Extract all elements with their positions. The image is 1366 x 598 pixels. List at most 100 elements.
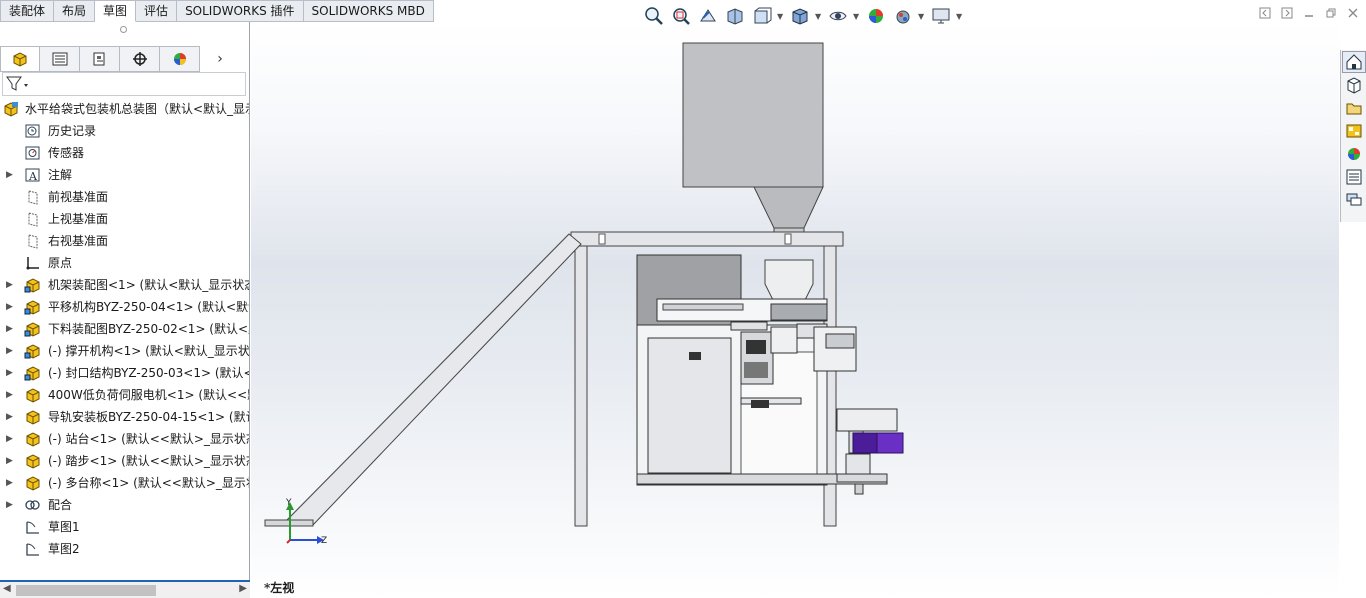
expand-arrow-icon[interactable]: ▶ [6, 406, 16, 428]
expand-arrow-icon[interactable]: ▶ [6, 296, 16, 318]
file-explorer-button[interactable] [1342, 97, 1366, 119]
zoom-to-area-button[interactable] [669, 5, 693, 27]
zoom-to-fit-button[interactable] [642, 5, 666, 27]
sensor-icon [24, 145, 41, 161]
view-settings-button[interactable] [929, 5, 953, 27]
apply-scene-button[interactable] [891, 5, 915, 27]
solidworks-resources-button[interactable] [1342, 51, 1366, 73]
custom-properties-button[interactable] [1342, 166, 1366, 188]
mates-icon [24, 497, 41, 513]
tab-4[interactable]: SOLIDWORKS 插件 [177, 0, 304, 22]
tree-item[interactable]: ▶ 导轨安装板BYZ-250-04-15<1> (默认 [0, 406, 249, 428]
expand-arrow-icon[interactable]: ▶ [6, 274, 16, 296]
tree-item-label: 草图2 [48, 542, 80, 556]
collapse-panel-button[interactable] [1258, 6, 1272, 20]
tree-item[interactable]: ▶ 400W低负荷伺服电机<1> (默认<<默 [0, 384, 249, 406]
tree-item[interactable]: ▶ (-) 撑开机构<1> (默认<默认_显示状态 [0, 340, 249, 362]
tree-item[interactable]: ▶ A 注解 [0, 164, 249, 186]
expand-panel-button[interactable] [1280, 6, 1294, 20]
tree-item[interactable]: ▶ (-) 站台<1> (默认<<默认>_显示状态 [0, 428, 249, 450]
expand-arrow-icon[interactable]: ▶ [6, 340, 16, 362]
view-palette-button[interactable] [1342, 120, 1366, 142]
tree-item[interactable]: ▶ 平移机构BYZ-250-04<1> (默认<默认 [0, 296, 249, 318]
tree-item[interactable]: ▶ (-) 封口结构BYZ-250-03<1> (默认<默 [0, 362, 249, 384]
dimxpert-manager-icon [132, 52, 147, 66]
tree-item-label: (-) 撑开机构<1> (默认<默认_显示状态 [48, 344, 249, 358]
expand-arrow-icon[interactable]: ▶ [6, 428, 16, 450]
expand-arrow-icon[interactable]: ▶ [6, 384, 16, 406]
tab-0[interactable]: 装配体 [0, 0, 55, 22]
close-button[interactable] [1346, 6, 1360, 20]
command-manager-tabs: 装配体 布局 草图 评估 SOLIDWORKS 插件 SOLIDWORKS MBD [0, 0, 434, 22]
view-orientation-button[interactable] [750, 5, 774, 27]
scrollbar-thumb[interactable] [16, 585, 156, 596]
display-manager-tab[interactable] [160, 46, 200, 72]
graphics-area[interactable]: Y Z *左视 [251, 22, 1339, 598]
view-orientation-label: *左视 [264, 581, 295, 595]
property-manager-tab[interactable] [40, 46, 80, 72]
configuration-manager-icon [93, 52, 104, 66]
expand-arrow-icon[interactable]: ▶ [6, 318, 16, 340]
tree-item[interactable]: ▶ (-) 多台称<1> (默认<<默认>_显示状 [0, 472, 249, 494]
apply-scene-dropdown[interactable]: ▼ [918, 12, 926, 21]
horizontal-scrollbar[interactable]: ◀ ▶ [0, 580, 250, 598]
view-orientation-dropdown[interactable]: ▼ [777, 12, 785, 21]
expand-arrow-icon[interactable]: ▶ [6, 494, 16, 516]
tree-item[interactable]: 历史记录 [0, 120, 249, 142]
tree-item-label: 草图1 [48, 520, 80, 534]
tab-2[interactable]: 草图 [95, 0, 137, 22]
feature-manager-icon [13, 52, 27, 67]
expand-arrow-icon[interactable]: ▶ [6, 164, 16, 186]
forum-icon [1346, 193, 1362, 206]
view-settings-dropdown[interactable]: ▼ [956, 12, 964, 21]
appearances-button[interactable] [1342, 143, 1366, 165]
restore-button[interactable] [1324, 6, 1338, 20]
display-style-button[interactable] [788, 5, 812, 27]
feature-manager-panel: › 水平给袋式包装机总装图（默认<默认_显示 历史记录 传感器 ▶ A 注解 前视基准面 上视… [0, 22, 250, 598]
panel-grip[interactable] [120, 26, 127, 33]
assembly-icon [24, 277, 41, 293]
expand-arrow-icon[interactable]: ▶ [6, 472, 16, 494]
panel-more-arrow[interactable]: › [200, 46, 240, 72]
history-icon [24, 123, 41, 139]
forum-button[interactable] [1342, 189, 1366, 211]
tree-item[interactable]: ▶ 下料装配图BYZ-250-02<1> (默认<默 [0, 318, 249, 340]
part-icon [24, 431, 41, 447]
expand-arrow-icon[interactable]: ▶ [6, 450, 16, 472]
tree-item[interactable]: ▶ 机架装配图<1> (默认<默认_显示状态 [0, 274, 249, 296]
scroll-right-arrow-icon[interactable]: ▶ [239, 583, 247, 594]
tree-root-item[interactable]: 水平给袋式包装机总装图（默认<默认_显示 [0, 98, 249, 120]
tab-5[interactable]: SOLIDWORKS MBD [303, 0, 434, 22]
design-library-button[interactable] [1342, 74, 1366, 96]
edit-appearance-button[interactable] [864, 5, 888, 27]
tab-3[interactable]: 评估 [136, 0, 178, 22]
tree-item[interactable]: 前视基准面 [0, 186, 249, 208]
tree-filter[interactable] [2, 72, 246, 96]
tree-item[interactable]: ▶ 配合 [0, 494, 249, 516]
view-settings-icon [932, 8, 950, 24]
scroll-left-arrow-icon[interactable]: ◀ [3, 583, 11, 594]
feature-tree: 水平给袋式包装机总装图（默认<默认_显示 历史记录 传感器 ▶ A 注解 前视基准面 上视基准… [0, 98, 250, 560]
custom-properties-icon [1346, 169, 1362, 185]
section-view-button[interactable] [723, 5, 747, 27]
tree-item[interactable]: 右视基准面 [0, 230, 249, 252]
plane-icon [24, 211, 41, 227]
previous-view-button[interactable] [696, 5, 720, 27]
minimize-button[interactable] [1302, 6, 1316, 20]
tree-item[interactable]: 上视基准面 [0, 208, 249, 230]
expand-arrow-icon[interactable]: ▶ [6, 362, 16, 384]
tree-item[interactable]: 草图2 [0, 538, 249, 560]
tree-item[interactable]: 原点 [0, 252, 249, 274]
hide-show-items-button[interactable] [826, 5, 850, 27]
display-style-dropdown[interactable]: ▼ [815, 12, 823, 21]
tree-item[interactable]: 草图1 [0, 516, 249, 538]
tree-item[interactable]: ▶ (-) 踏步<1> (默认<<默认>_显示状态 [0, 450, 249, 472]
hide-show-dropdown[interactable]: ▼ [853, 12, 861, 21]
configuration-manager-tab[interactable] [80, 46, 120, 72]
tab-1[interactable]: 布局 [54, 0, 96, 22]
feature-manager-tab[interactable] [0, 46, 40, 72]
dimxpert-manager-tab[interactable] [120, 46, 160, 72]
tree-item-label: 原点 [48, 256, 73, 270]
tree-item[interactable]: 传感器 [0, 142, 249, 164]
filter-icon [6, 76, 28, 91]
